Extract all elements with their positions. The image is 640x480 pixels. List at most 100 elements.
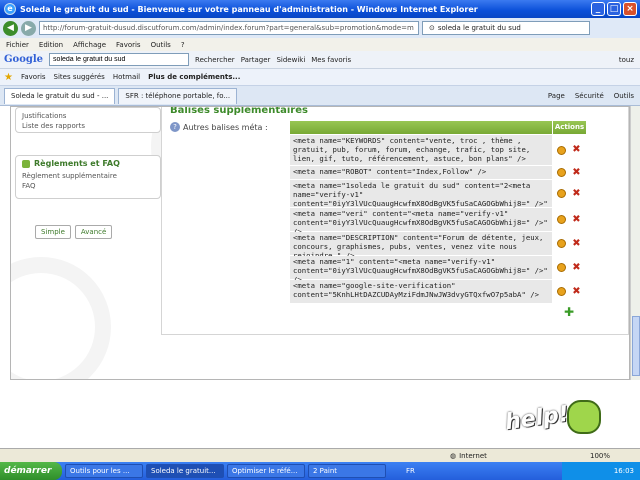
sidebar-link-rapports[interactable]: Liste des rapports — [22, 121, 154, 131]
rules-heading: Règlements et FAQ — [22, 159, 154, 168]
help-monster-icon — [567, 400, 601, 434]
taskbar-item[interactable]: Optimiser le réfé... — [227, 464, 305, 478]
simple-mode-button[interactable]: Simple — [35, 225, 71, 239]
delete-icon[interactable]: ✖ — [572, 188, 580, 199]
help-icon[interactable]: ? — [170, 122, 180, 132]
outils-menu[interactable]: Outils — [614, 92, 634, 100]
zoom-level[interactable]: 100% — [590, 452, 610, 460]
security-zone: ◍ Internet — [450, 452, 487, 460]
taskbar-item[interactable]: Soleda le gratuit... — [146, 464, 224, 478]
tab-soleda[interactable]: Soleda le gratuit du sud - ... — [4, 87, 116, 104]
table-row: <meta name="1soleda le gratuit du sud" c… — [290, 179, 586, 217]
meta-cell: <meta name="1" content="<meta name="veri… — [290, 256, 552, 284]
minimize-button[interactable]: _ — [591, 2, 605, 16]
favorites-bar: ★ Favoris Sites suggérés Hotmail Plus de… — [0, 69, 640, 86]
maximize-button[interactable]: □ — [607, 2, 621, 16]
rechercher-button[interactable]: Rechercher — [195, 56, 235, 64]
taskbar-item[interactable]: Outils pour les ... — [65, 464, 143, 478]
sidebar-box-rules: Règlements et FAQ Règlement supplémentai… — [15, 155, 161, 199]
table-row: <meta name="KEYWORDS" content="vente, tr… — [290, 134, 586, 165]
meta-cell: <meta name="1soleda le gratuit du sud" c… — [290, 180, 552, 217]
menu-help[interactable]: ? — [181, 41, 185, 49]
tab-bar: Soleda le gratuit du sud - ... SFR : tél… — [0, 86, 640, 106]
browser-search-box[interactable]: ⊙ soleda le gratuit du sud — [422, 21, 590, 35]
globe-icon: ◍ — [450, 451, 457, 460]
close-button[interactable]: × — [623, 2, 637, 16]
menu-fichier[interactable]: Fichier — [6, 41, 29, 49]
user-label[interactable]: touz — [619, 56, 640, 64]
table-row: <meta name="ROBOT" content="Index,Follow… — [290, 165, 586, 179]
delete-icon[interactable]: ✖ — [572, 167, 580, 178]
page-scrollbar[interactable] — [630, 106, 640, 380]
taskbar-item[interactable]: 2 Paint — [308, 464, 386, 478]
menu-edition[interactable]: Edition — [39, 41, 63, 49]
header-content — [290, 121, 552, 134]
mes-favoris-button[interactable]: Mes favoris — [311, 56, 351, 64]
meta-label: ? Autres balises méta : — [170, 122, 268, 132]
delete-icon[interactable]: ✖ — [572, 145, 580, 155]
google-toolbar: Google Rechercher Partager Sidewiki Mes … — [0, 51, 640, 69]
favoris-button[interactable]: Favoris — [21, 73, 46, 81]
delete-icon[interactable]: ✖ — [572, 214, 580, 225]
tab-sfr[interactable]: SFR : téléphone portable, fo... — [118, 87, 238, 104]
google-search-input[interactable] — [49, 53, 190, 66]
edit-icon[interactable] — [557, 215, 567, 224]
partager-button[interactable]: Partager — [241, 56, 271, 64]
securite-menu[interactable]: Sécurité — [575, 92, 604, 100]
search-engine-icon: ⊙ — [429, 24, 435, 32]
table-row: <meta name="google-site-verification" co… — [290, 279, 586, 303]
page-menu[interactable]: Page — [548, 92, 565, 100]
favoris-star-icon: ★ — [4, 71, 13, 83]
edit-icon[interactable] — [557, 168, 567, 177]
system-tray: 16:03 — [562, 462, 640, 480]
rules-bullet-icon — [22, 159, 30, 168]
menu-favoris[interactable]: Favoris — [116, 41, 141, 49]
add-row: ✚ — [290, 305, 586, 319]
menu-affichage[interactable]: Affichage — [73, 41, 106, 49]
back-button[interactable]: ◀ — [3, 20, 18, 36]
ie-icon: e — [4, 3, 16, 15]
header-actions: Actions — [552, 121, 586, 134]
meta-cell: <meta name="KEYWORDS" content="vente, tr… — [290, 135, 552, 165]
background-swirl — [11, 257, 111, 379]
meta-cell: <meta name="google-site-verification" co… — [290, 280, 552, 303]
edit-icon[interactable] — [557, 145, 567, 155]
advanced-mode-button[interactable]: Avancé — [74, 225, 113, 239]
sidebar-link-reglement[interactable]: Règlement supplémentaire — [22, 171, 154, 181]
edit-icon[interactable] — [557, 189, 567, 198]
add-meta-icon[interactable]: ✚ — [564, 305, 574, 319]
hotmail-link[interactable]: Hotmail — [113, 73, 140, 81]
edit-icon[interactable] — [557, 263, 567, 272]
sites-suggeres-link[interactable]: Sites suggérés — [54, 73, 105, 81]
help-badge-text: help! — [503, 401, 571, 436]
mode-buttons: Simple Avancé — [35, 225, 113, 239]
meta-table: Actions <meta name="KEYWORDS" content="v… — [290, 121, 586, 319]
zone-text: Internet — [459, 451, 487, 460]
meta-panel: Balises supplémentaires ? Autres balises… — [161, 107, 629, 335]
sidewiki-button[interactable]: Sidewiki — [276, 56, 305, 64]
help-badge[interactable]: help! — [503, 388, 605, 448]
language-indicator[interactable]: FR — [406, 467, 415, 475]
browser-search-value: soleda le gratuit du sud — [437, 24, 521, 32]
status-bar: ◍ Internet 100% — [0, 448, 640, 462]
sidebar-box-top: Justifications Liste des rapports — [15, 107, 161, 133]
sidebar-link-justifications[interactable]: Justifications — [22, 111, 154, 121]
edit-icon[interactable] — [557, 239, 567, 248]
menu-outils[interactable]: Outils — [151, 41, 171, 49]
rules-title: Règlements et FAQ — [34, 159, 120, 168]
table-row: <meta name="veri" content="<meta name="v… — [290, 207, 586, 236]
delete-icon[interactable]: ✖ — [572, 262, 580, 273]
scrollbar-thumb[interactable] — [632, 316, 640, 376]
sidebar-link-faq[interactable]: FAQ — [22, 181, 154, 191]
section-title: Balises supplémentaires — [170, 106, 308, 116]
menu-bar: Fichier Edition Affichage Favoris Outils… — [0, 38, 640, 51]
start-button[interactable]: démarrer — [0, 462, 62, 480]
more-addons-link[interactable]: Plus de compléments... — [148, 73, 240, 81]
google-logo: Google — [4, 54, 44, 65]
delete-icon[interactable]: ✖ — [572, 238, 580, 249]
delete-icon[interactable]: ✖ — [572, 286, 580, 297]
url-input[interactable] — [39, 21, 419, 35]
forward-button[interactable]: ▶ — [21, 20, 36, 36]
edit-icon[interactable] — [557, 287, 567, 296]
meta-label-text: Autres balises méta : — [183, 122, 268, 132]
